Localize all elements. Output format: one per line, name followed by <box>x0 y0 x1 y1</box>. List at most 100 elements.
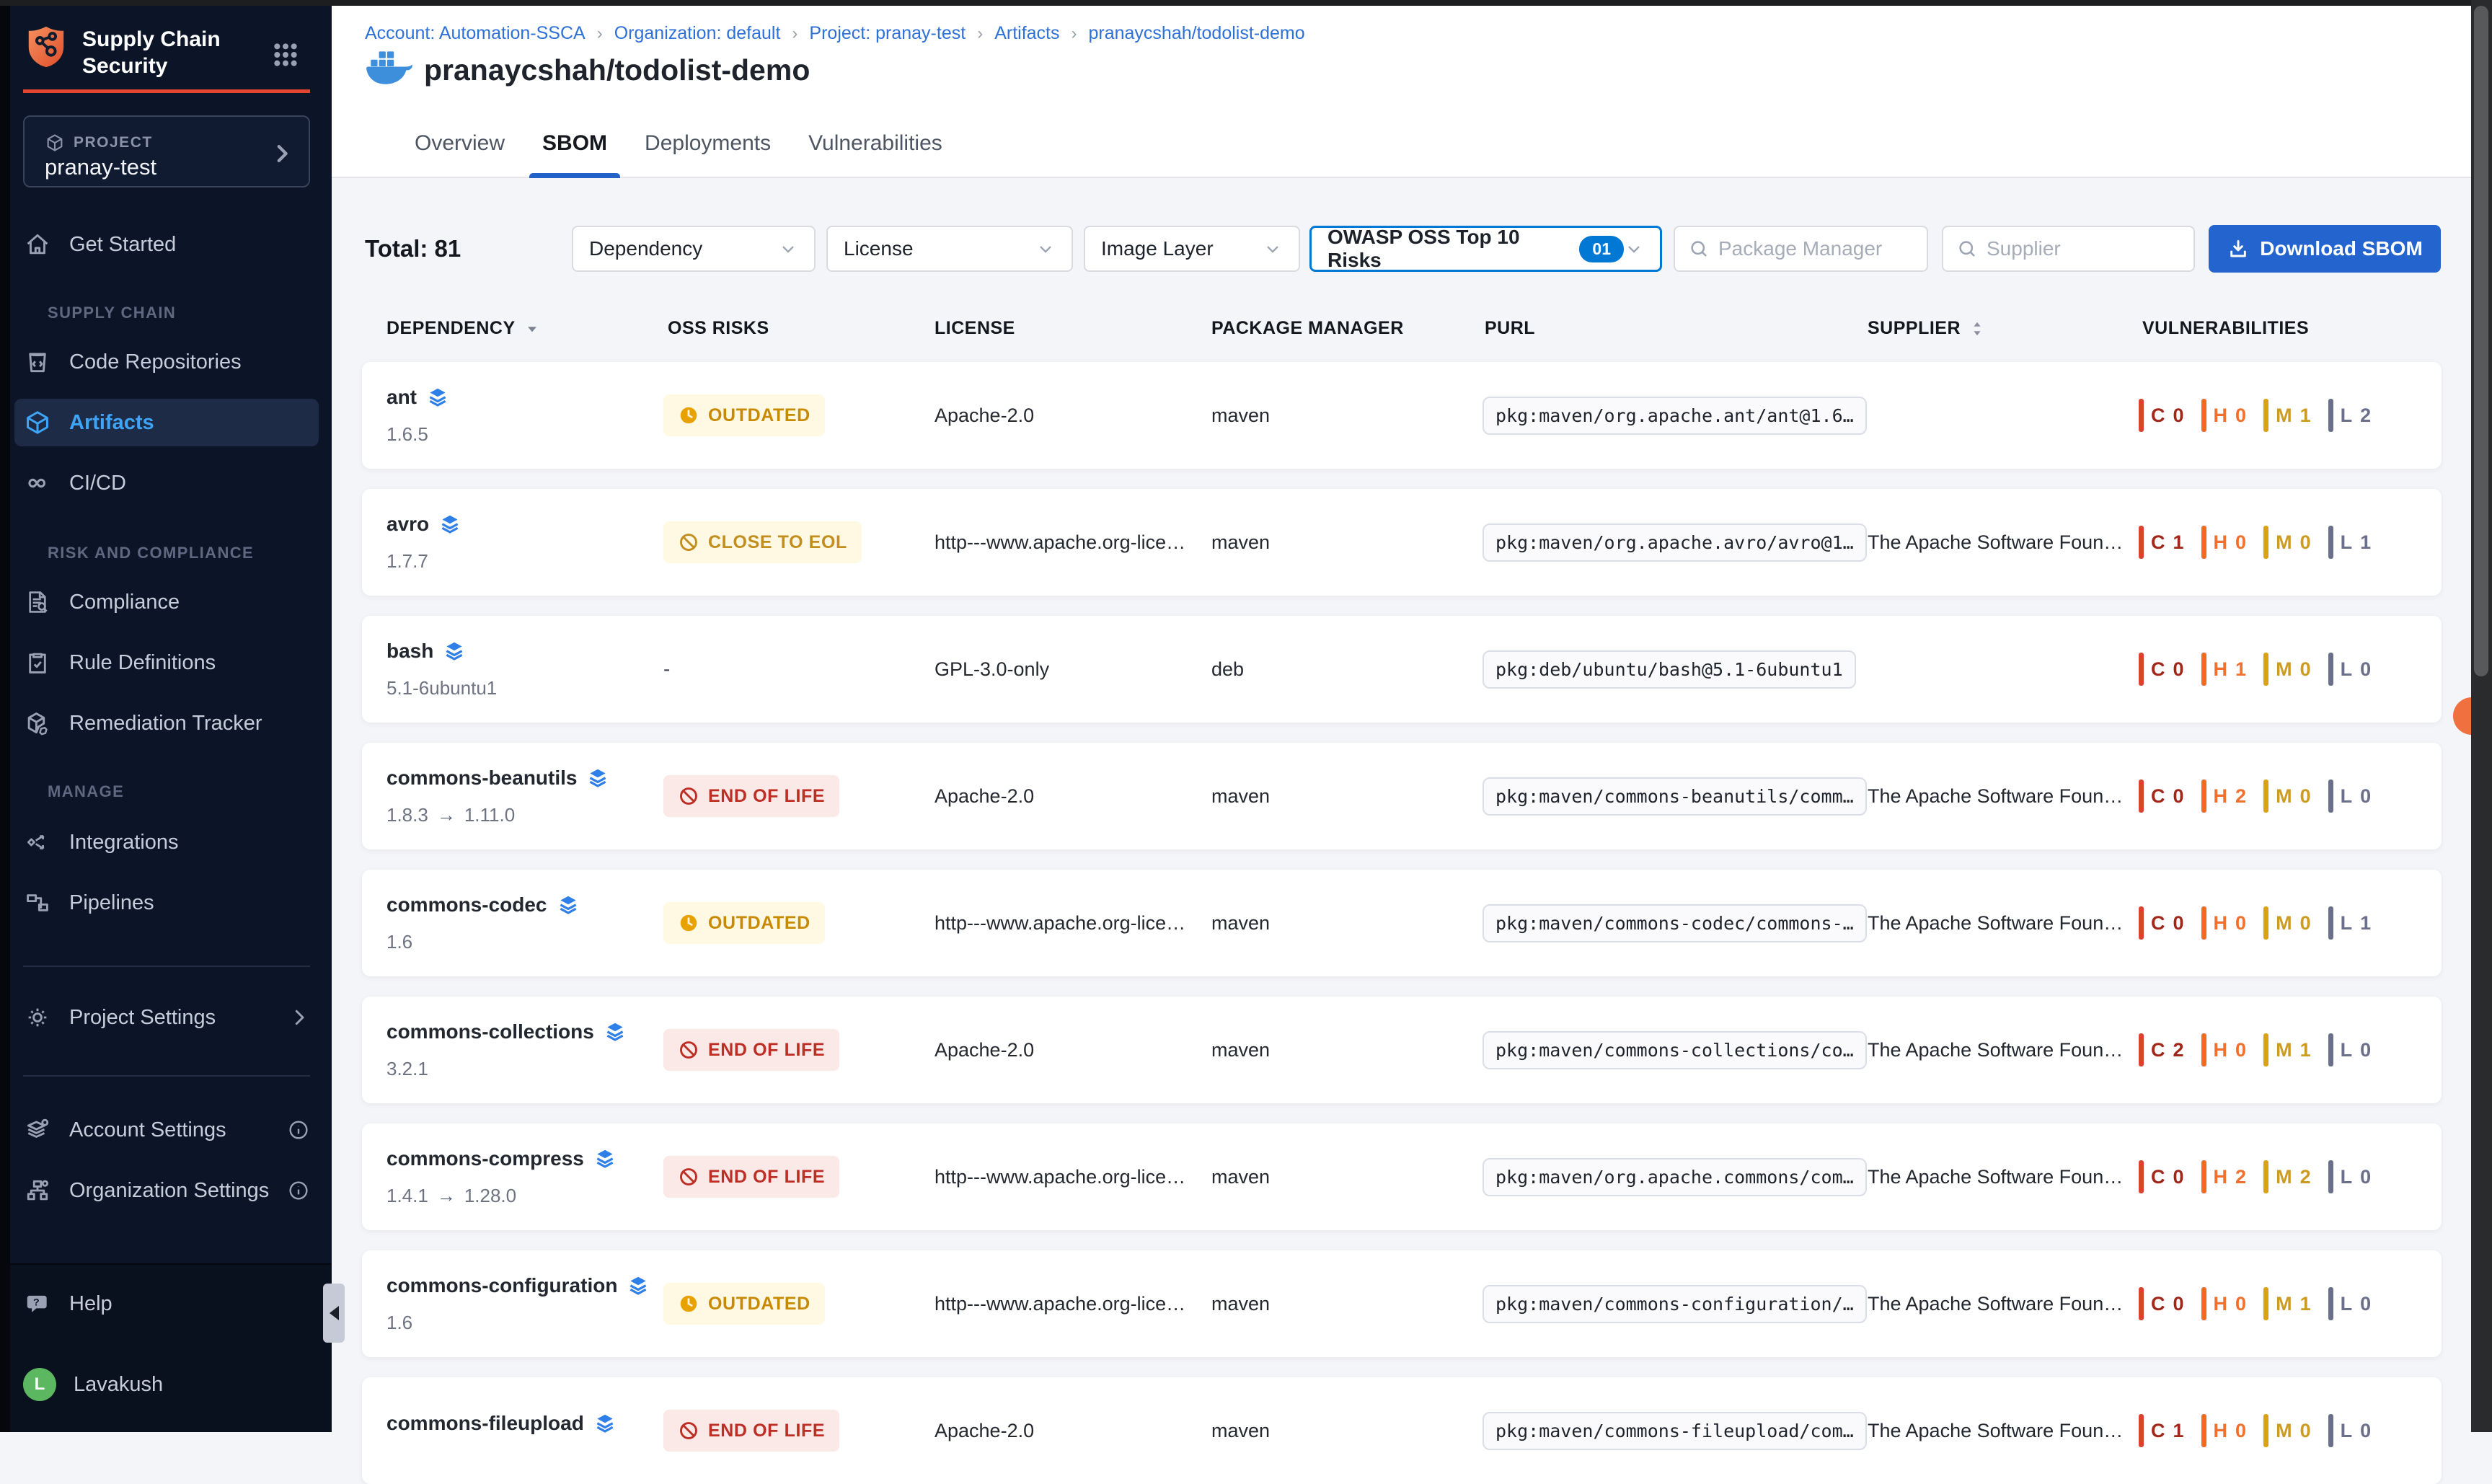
purl-chip[interactable]: pkg:maven/commons-beanutils/comm… <box>1483 777 1867 816</box>
user-menu[interactable]: L Lavakush <box>23 1361 310 1408</box>
purl-chip[interactable]: pkg:maven/commons-codec/commons-… <box>1483 904 1867 942</box>
supplier-search[interactable] <box>1942 226 2195 272</box>
severity-letter: C <box>2151 1166 2166 1188</box>
table-row[interactable]: commons-collections 3.2.1 END OF LIFE Ap… <box>362 997 2442 1103</box>
dependency-name[interactable]: avro <box>386 513 429 536</box>
package-manager-search[interactable] <box>1674 226 1928 272</box>
table-row[interactable]: commons-compress 1.4.1 → 1.28.0 END OF L… <box>362 1123 2442 1230</box>
table-row[interactable]: bash 5.1-6ubuntu1 - GPL-3.0-only deb pkg… <box>362 616 2442 723</box>
doc-search-icon <box>23 588 52 616</box>
dependency-name[interactable]: commons-fileupload <box>386 1412 584 1435</box>
tab-vulnerabilities[interactable]: Vulnerabilities <box>795 108 955 178</box>
dependency-name[interactable]: commons-collections <box>386 1020 594 1043</box>
logo-divider <box>23 89 310 93</box>
column-dependency[interactable]: DEPENDENCY <box>386 318 542 339</box>
dependency-version-current: 1.6 <box>386 1312 412 1334</box>
clock-icon <box>678 1293 699 1315</box>
breadcrumb-organization[interactable]: Organization: default <box>614 23 781 44</box>
purl-chip[interactable]: pkg:maven/org.apache.avro/avro@1… <box>1483 524 1867 562</box>
severity-letter: C <box>2151 912 2166 935</box>
supplier-search-input[interactable] <box>1987 237 2180 260</box>
severity-count: 0 <box>2360 1166 2371 1188</box>
sidebar-item-remediation-tracker[interactable]: Remediation Tracker <box>23 699 310 747</box>
download-sbom-button[interactable]: Download SBOM <box>2209 225 2441 273</box>
artifacts-box-icon <box>23 409 52 436</box>
dependency-cell: commons-fileupload <box>386 1377 616 1484</box>
dependency-name[interactable]: bash <box>386 640 433 663</box>
upgrade-arrow-icon: → <box>437 804 456 826</box>
sidebar-collapse-handle[interactable] <box>323 1284 345 1343</box>
severity-bar <box>2328 779 2333 813</box>
severity-critical: C0 <box>2139 1160 2184 1193</box>
info-icon[interactable] <box>287 1118 310 1141</box>
severity-count: 0 <box>2300 531 2311 554</box>
module-grid-icon[interactable] <box>271 40 300 69</box>
purl-chip[interactable]: pkg:maven/org.apache.ant/ant@1.6… <box>1483 397 1867 435</box>
dependency-name[interactable]: ant <box>386 386 417 409</box>
severity-letter: H <box>2214 1166 2229 1188</box>
table-row[interactable]: ant 1.6.5 OUTDATED Apache-2.0 maven pkg:… <box>362 362 2442 469</box>
column-supplier[interactable]: SUPPLIER <box>1868 318 1987 339</box>
severity-medium: M0 <box>2263 1414 2311 1447</box>
purl-chip[interactable]: pkg:maven/commons-collections/co… <box>1483 1031 1867 1069</box>
dependency-filter-select[interactable]: Dependency <box>572 226 816 272</box>
table-row[interactable]: avro 1.7.7 CLOSE TO EOL http---www.apach… <box>362 489 2442 596</box>
sidebar-item-get-started[interactable]: Get Started <box>23 221 310 268</box>
download-icon <box>2227 237 2250 260</box>
scrollbar-track[interactable] <box>2471 0 2492 1432</box>
breadcrumb-project[interactable]: Project: pranay-test <box>809 23 966 44</box>
severity-bar <box>2139 1160 2144 1193</box>
owasp-risks-filter-select[interactable]: OWASP OSS Top 10 Risks 01 <box>1309 226 1662 272</box>
project-selector[interactable]: PROJECT pranay-test <box>23 115 310 187</box>
tab-deployments[interactable]: Deployments <box>632 108 784 178</box>
severity-bar <box>2328 1414 2333 1447</box>
table-row[interactable]: commons-fileupload END OF LIFE Apache-2.… <box>362 1377 2442 1484</box>
purl-chip[interactable]: pkg:deb/ubuntu/bash@5.1-6ubuntu1 <box>1483 650 1856 689</box>
tab-sbom[interactable]: SBOM <box>529 108 620 178</box>
license-value: http---www.apache.org-lice… <box>934 912 1185 935</box>
breadcrumb-artifacts[interactable]: Artifacts <box>994 23 1059 44</box>
severity-critical: C0 <box>2139 653 2184 686</box>
sidebar-item-compliance[interactable]: Compliance <box>23 578 310 626</box>
breadcrumb-account[interactable]: Account: Automation-SSCA <box>365 23 586 44</box>
sidebar-item-rule-definitions[interactable]: Rule Definitions <box>23 639 310 686</box>
dependency-version-current: 1.4.1 <box>386 1185 428 1207</box>
sidebar-item-code-repositories[interactable]: Code Repositories <box>23 338 310 386</box>
info-icon[interactable] <box>287 1179 310 1202</box>
gear-icon <box>23 1004 52 1031</box>
scrollbar-thumb[interactable] <box>2474 6 2488 676</box>
sidebar-item-project-settings[interactable]: Project Settings <box>23 994 310 1041</box>
supplier-cell: The Apache Software Foun… <box>1868 870 2123 976</box>
table-row[interactable]: commons-codec 1.6 OUTDATED http---www.ap… <box>362 870 2442 976</box>
table-row[interactable]: commons-beanutils 1.8.3 → 1.11.0 END OF … <box>362 743 2442 849</box>
code-repo-icon <box>23 348 52 376</box>
sidebar-item-pipelines[interactable]: Pipelines <box>23 879 310 927</box>
sidebar-item-cicd[interactable]: CI/CD <box>23 459 310 507</box>
purl-cell: pkg:maven/commons-codec/commons-… <box>1483 870 1867 976</box>
purl-chip[interactable]: pkg:maven/org.apache.commons/com… <box>1483 1158 1867 1196</box>
severity-count: 0 <box>2360 658 2371 681</box>
severity-count: 0 <box>2173 912 2184 935</box>
purl-chip[interactable]: pkg:maven/commons-fileupload/com… <box>1483 1412 1867 1450</box>
severity-medium: M0 <box>2263 779 2311 813</box>
tab-overview[interactable]: Overview <box>402 108 518 178</box>
package-manager-search-input[interactable] <box>1718 237 1914 260</box>
breadcrumb-current[interactable]: pranaycshah/todolist-demo <box>1088 23 1304 44</box>
dependency-name[interactable]: commons-beanutils <box>386 767 577 790</box>
table-row[interactable]: commons-configuration 1.6 OUTDATED http-… <box>362 1250 2442 1357</box>
sidebar-item-artifacts[interactable]: Artifacts <box>14 399 319 446</box>
image-layer-filter-select[interactable]: Image Layer <box>1084 226 1300 272</box>
package-manager-cell: maven <box>1211 870 1270 976</box>
severity-bar <box>2263 1033 2268 1066</box>
license-filter-select[interactable]: License <box>826 226 1073 272</box>
dependency-name[interactable]: commons-compress <box>386 1147 584 1170</box>
sidebar-item-organization-settings[interactable]: Organization Settings <box>23 1167 310 1214</box>
purl-chip[interactable]: pkg:maven/commons-configuration/… <box>1483 1285 1867 1323</box>
sidebar-item-integrations[interactable]: Integrations <box>23 818 310 866</box>
sidebar-item-help[interactable]: ? Help <box>23 1280 310 1328</box>
sidebar-item-account-settings[interactable]: Account Settings <box>23 1106 310 1154</box>
dependency-name[interactable]: commons-codec <box>386 893 547 917</box>
dependency-name[interactable]: commons-configuration <box>386 1274 617 1297</box>
severity-bar <box>2263 653 2268 686</box>
severity-medium: M1 <box>2263 1033 2311 1066</box>
